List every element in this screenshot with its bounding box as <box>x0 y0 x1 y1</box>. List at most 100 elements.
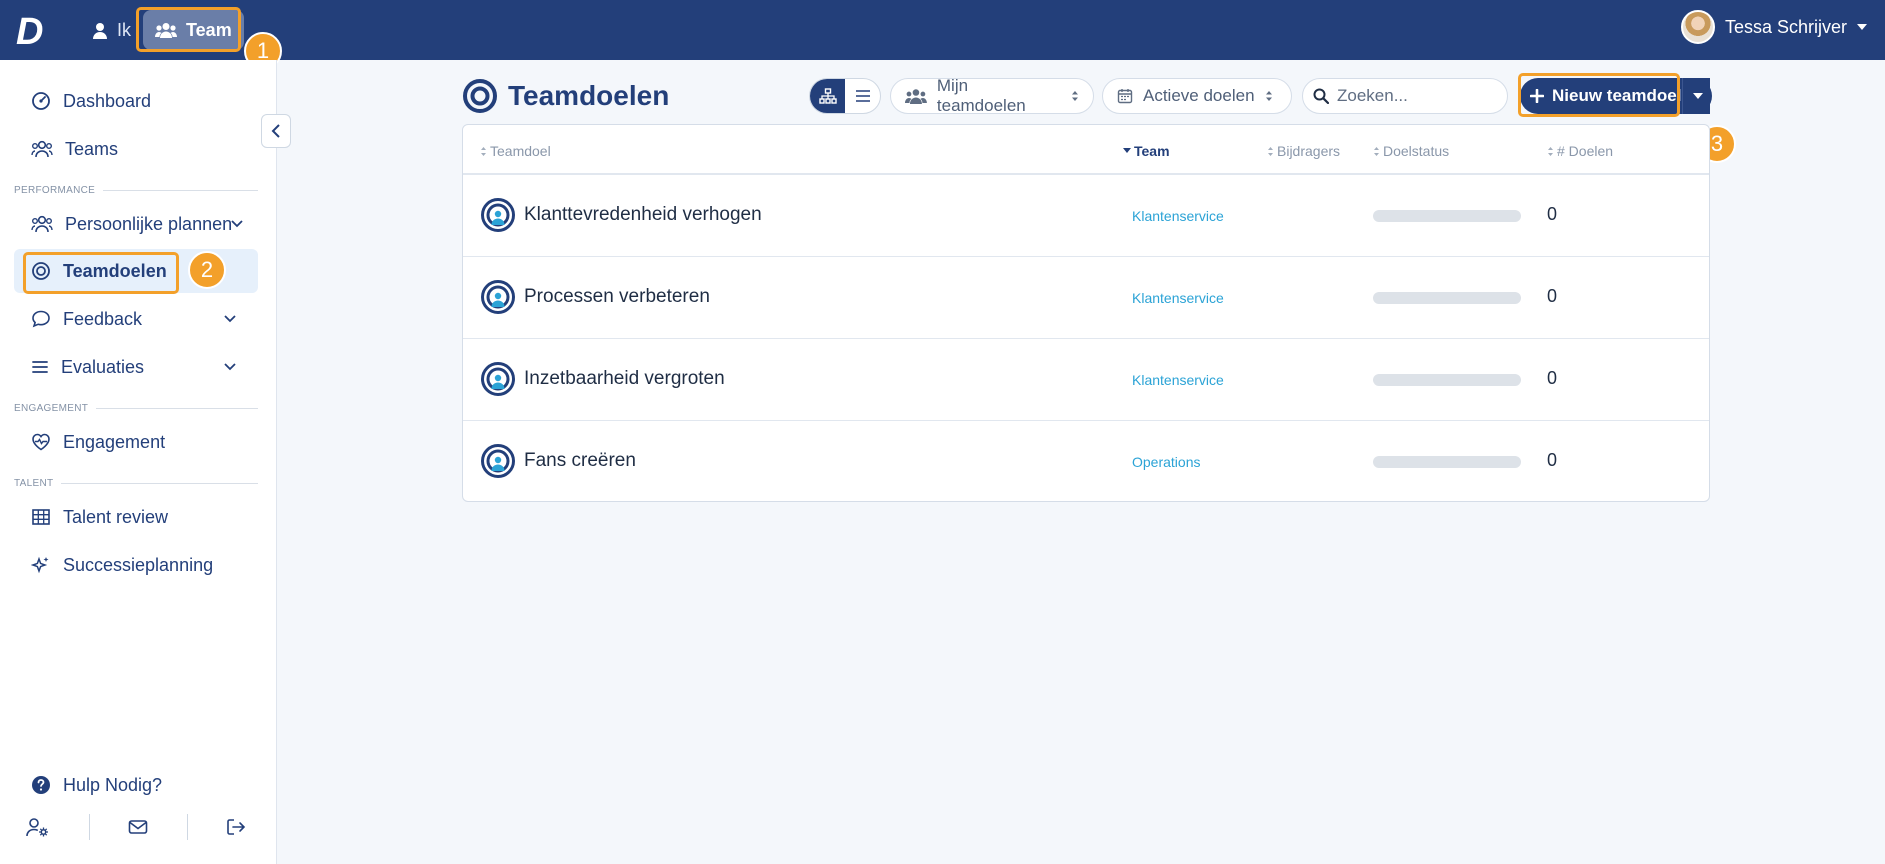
section-header-performance: PERFORMANCE <box>14 185 258 196</box>
question-circle-icon <box>32 776 50 794</box>
goal-status-progress-bar <box>1373 456 1521 468</box>
sidebar-item-evaluaties[interactable]: Evaluaties <box>14 345 258 389</box>
divider <box>61 483 258 484</box>
goal-name: Inzetbaarheid vergroten <box>524 368 725 389</box>
chevron-down-icon <box>224 363 236 371</box>
sidebar-item-teams[interactable]: Teams <box>14 127 258 171</box>
sidebar-item-label: Persoonlijke plannen <box>65 213 233 234</box>
sidebar-item-label: Teamdoelen <box>63 260 167 281</box>
logout-icon[interactable] <box>226 818 246 836</box>
user-menu[interactable]: Tessa Schrijver <box>1680 10 1867 44</box>
teamgoals-table: Teamdoel Team Bijdragers Doelstatus # Do… <box>462 124 1710 502</box>
goal-cell: Klanttevredenheid verhogen <box>480 197 762 233</box>
column-label: Team <box>1134 143 1170 159</box>
goal-cell: Fans creëren <box>480 443 636 479</box>
sidebar-item-feedback[interactable]: Feedback <box>14 297 258 341</box>
sidebar-item-successieplanning[interactable]: Successieplanning <box>14 543 258 587</box>
sidebar-item-label: Successieplanning <box>63 554 214 575</box>
topnav-item-team[interactable]: Team <box>143 10 244 50</box>
column-header-aantal-doelen[interactable]: # Doelen <box>1547 143 1613 159</box>
chevron-left-icon <box>271 124 280 138</box>
sparkles-icon <box>31 556 49 574</box>
sort-arrows-icon <box>1548 146 1553 156</box>
table-row[interactable]: Fans creëren Operations 0 <box>463 421 1709 501</box>
section-label: TALENT <box>14 478 54 489</box>
column-label: Teamdoel <box>490 143 551 159</box>
topnav-item-ik[interactable]: Ik <box>80 10 143 50</box>
app-logo[interactable]: D <box>12 10 52 50</box>
section-header-engagement: ENGAGEMENT <box>14 403 258 414</box>
team-link[interactable]: Klantenservice <box>1132 372 1224 388</box>
tree-view-button[interactable] <box>810 79 845 113</box>
section-label: ENGAGEMENT <box>14 403 89 414</box>
sidebar-item-label: Feedback <box>63 308 143 329</box>
sort-arrows-icon <box>1374 146 1379 156</box>
chat-bubble-icon <box>32 310 50 328</box>
users-icon <box>31 140 53 158</box>
list-view-button[interactable] <box>845 79 880 113</box>
logo-letter: D <box>16 11 43 50</box>
sort-arrows-icon <box>1265 91 1272 101</box>
new-teamgoal-label: Nieuw teamdoel <box>1552 86 1682 105</box>
mail-icon[interactable] <box>128 819 148 835</box>
search-box <box>1302 78 1508 114</box>
team-goal-icon <box>481 198 515 232</box>
goal-cell: Inzetbaarheid vergroten <box>480 361 725 397</box>
sidebar-item-label: Teams <box>65 138 119 159</box>
hierarchy-icon <box>818 88 837 104</box>
top-nav: Ik Team <box>80 0 244 60</box>
team-link[interactable]: Operations <box>1132 454 1200 470</box>
team-goal-icon <box>481 362 515 396</box>
table-row[interactable]: Processen verbeteren Klantenservice 0 <box>463 257 1709 339</box>
column-header-doelstatus[interactable]: Doelstatus <box>1373 143 1449 159</box>
goals-count: 0 <box>1547 450 1558 470</box>
help-link[interactable]: Hulp Nodig? <box>14 763 258 807</box>
sidebar: Dashboard Teams PERFORMANCE Persoonlijke… <box>0 60 277 864</box>
table-row[interactable]: Klanttevredenheid verhogen Klantenservice… <box>463 175 1709 257</box>
column-label: # Doelen <box>1557 143 1614 159</box>
user-icon <box>93 22 107 39</box>
users-icon <box>31 215 53 233</box>
column-header-teamdoel[interactable]: Teamdoel <box>480 143 551 159</box>
team-link[interactable]: Klantenservice <box>1132 290 1224 306</box>
target-icon <box>32 262 50 280</box>
goals-count: 0 <box>1547 204 1558 224</box>
column-header-team[interactable]: Team <box>1123 143 1170 159</box>
user-settings-icon[interactable] <box>26 817 50 837</box>
section-header-talent: TALENT <box>14 478 258 489</box>
user-name: Tessa Schrijver <box>1724 16 1847 37</box>
column-header-bijdragers[interactable]: Bijdragers <box>1267 143 1340 159</box>
plus-icon <box>1530 89 1544 103</box>
status-filter-select[interactable]: Actieve doelen <box>1102 78 1292 114</box>
scope-filter-select[interactable]: Mijn teamdoelen <box>890 76 1094 115</box>
sort-arrows-icon <box>1072 91 1079 101</box>
avatar <box>1680 10 1715 44</box>
sort-arrows-icon <box>1268 146 1273 156</box>
sidebar-item-label: Talent review <box>63 506 169 527</box>
dashboard-gauge-icon <box>32 92 50 110</box>
sidebar-item-engagement[interactable]: Engagement <box>14 420 258 464</box>
table-row[interactable]: Inzetbaarheid vergroten Klantenservice 0 <box>463 339 1709 421</box>
sidebar-item-persoonlijke-plannen[interactable]: Persoonlijke plannen <box>14 202 258 246</box>
sidebar-item-talent-review[interactable]: Talent review <box>14 495 258 539</box>
column-label: Doelstatus <box>1383 143 1450 159</box>
divider <box>88 814 90 840</box>
collapse-sidebar-button[interactable] <box>261 114 291 148</box>
column-label: Bijdragers <box>1277 143 1341 159</box>
list-icon <box>32 361 48 373</box>
search-icon <box>1313 88 1329 104</box>
heart-pulse-icon <box>32 433 50 451</box>
goal-status-progress-bar <box>1373 292 1521 304</box>
chevron-down-icon <box>224 315 236 323</box>
search-input[interactable] <box>1337 86 1497 106</box>
help-label: Hulp Nodig? <box>63 774 163 795</box>
sidebar-item-label: Engagement <box>63 431 166 452</box>
sidebar-footer <box>14 812 258 842</box>
users-icon <box>905 89 927 104</box>
goal-cell: Processen verbeteren <box>480 279 710 315</box>
sidebar-item-dashboard[interactable]: Dashboard <box>14 79 258 123</box>
target-icon <box>463 79 497 113</box>
page-title: Teamdoelen <box>462 78 669 114</box>
team-link[interactable]: Klantenservice <box>1132 208 1224 224</box>
goal-name: Klanttevredenheid verhogen <box>524 204 762 225</box>
